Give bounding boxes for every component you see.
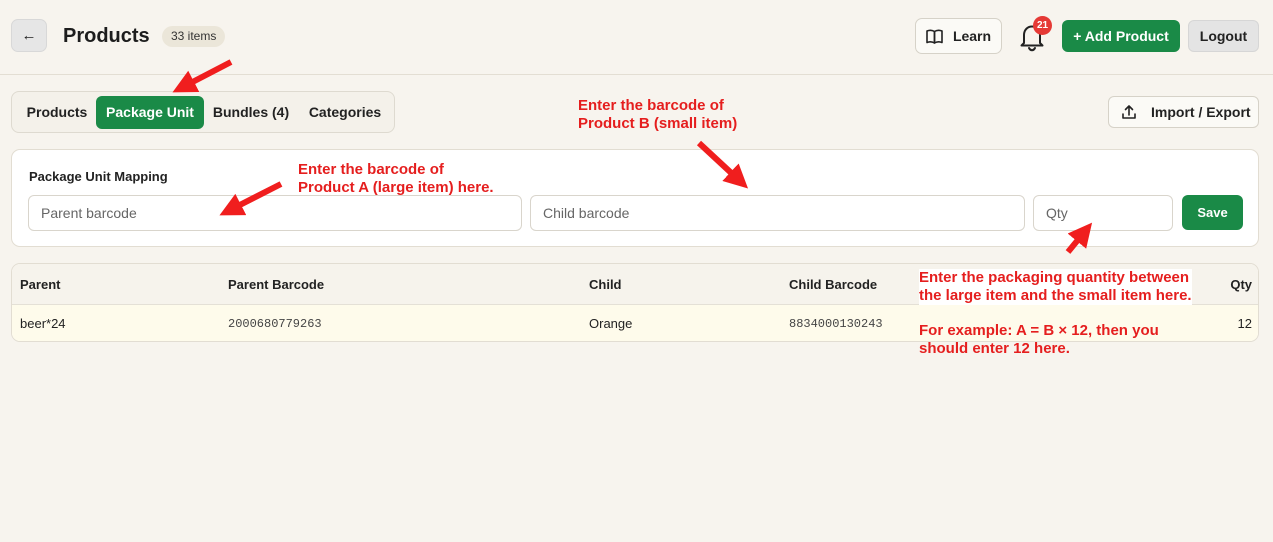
import-export-label: Import / Export (1151, 104, 1251, 120)
annotation-product-a: Enter the barcode of Product A (large it… (298, 161, 494, 196)
tab-categories[interactable]: Categories (300, 96, 390, 129)
annotation-qty-note: Enter the packaging quantity between the… (919, 269, 1192, 305)
logout-button[interactable]: Logout (1188, 20, 1259, 52)
notification-count-badge: 21 (1033, 16, 1052, 35)
save-button[interactable]: Save (1182, 195, 1243, 230)
upload-icon (1122, 105, 1136, 119)
child-barcode-input[interactable] (530, 195, 1025, 231)
annotation-product-b: Enter the barcode of Product B (small it… (578, 97, 738, 132)
page-title: Products (63, 25, 150, 47)
annotation-example-note: For example: A = B × 12, then you should… (919, 322, 1159, 357)
qty-input[interactable] (1033, 195, 1173, 231)
column-header-parent-barcode: Parent Barcode (228, 277, 325, 292)
add-product-button[interactable]: + Add Product (1062, 20, 1180, 52)
learn-label: Learn (952, 28, 992, 44)
tab-bar: Products Package Unit Bundles (4) Catego… (11, 91, 395, 133)
card-title: Package Unit Mapping (29, 169, 168, 184)
item-count-badge: 33 items (162, 26, 226, 47)
cell-parent-barcode: 2000680779263 (228, 317, 322, 331)
column-header-parent: Parent (20, 277, 61, 292)
tab-products[interactable]: Products (18, 96, 96, 129)
book-icon (926, 29, 943, 44)
import-export-button[interactable]: Import / Export (1108, 96, 1259, 128)
page-header: ← Products 33 items Learn 21 + Add Produ… (0, 0, 1273, 75)
cell-child: Orange (589, 316, 633, 331)
cell-child-barcode: 8834000130243 (789, 317, 883, 331)
learn-button[interactable]: Learn (915, 18, 1002, 54)
column-header-child: Child (589, 277, 622, 292)
tab-bundles[interactable]: Bundles (4) (206, 96, 296, 129)
cell-qty: 12 (1237, 316, 1252, 331)
package-unit-mapping-card: Package Unit Mapping Save (11, 149, 1259, 247)
column-header-qty: Qty (1230, 277, 1252, 292)
column-header-child-barcode: Child Barcode (789, 277, 878, 292)
back-button[interactable]: ← (11, 19, 47, 52)
tab-package-unit[interactable]: Package Unit (96, 96, 204, 129)
arrow-left-icon: ← (21, 27, 37, 44)
cell-parent: beer*24 (20, 316, 66, 331)
parent-barcode-input[interactable] (28, 195, 522, 231)
